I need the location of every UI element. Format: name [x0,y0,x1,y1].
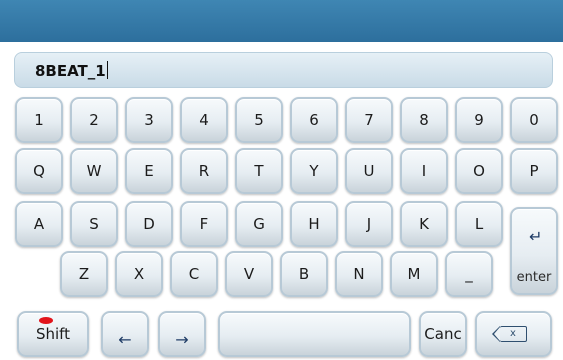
key-label: J [366,215,372,233]
key-8[interactable]: 8 [400,97,448,143]
key-o[interactable]: O [455,148,503,194]
enter-label: enter [516,270,552,285]
right-arrow-icon: → [175,329,189,349]
key-7[interactable]: 7 [345,97,393,143]
key-label: B [298,265,310,283]
key-0[interactable]: 0 [510,97,558,143]
key-label: V [243,265,255,283]
key-label: 6 [309,111,319,129]
key-label: 1 [34,111,44,129]
key-y[interactable]: Y [290,148,338,194]
key-label: 4 [199,111,209,129]
key-label: G [253,215,265,233]
key-label: 5 [254,111,264,129]
key-k[interactable]: K [400,201,448,247]
key-v[interactable]: V [225,251,273,297]
key-label: D [143,215,155,233]
key-label: Q [33,162,45,180]
key-u[interactable]: U [345,148,393,194]
shift-label-wrap: Shift [19,325,87,343]
key-5[interactable]: 5 [235,97,283,143]
shift-label: Shift [35,325,71,343]
shift-indicator-icon [39,317,53,324]
key-m[interactable]: M [390,251,438,297]
backspace-glyph: x [510,328,516,339]
key-label: Y [309,162,319,180]
key-label: 8 [419,111,429,129]
key-b[interactable]: B [280,251,328,297]
key-9[interactable]: 9 [455,97,503,143]
key-q[interactable]: Q [15,148,63,194]
key-label: A [33,215,45,233]
key-x[interactable]: X [115,251,163,297]
enter-key[interactable]: ↵ enter [510,207,558,295]
key-z[interactable]: Z [60,251,108,297]
key-3[interactable]: 3 [125,97,173,143]
key-label: N [353,265,365,283]
key-label: 7 [364,111,374,129]
key-2[interactable]: 2 [70,97,118,143]
backspace-icon: x [492,325,527,342]
key-label: L [474,215,484,233]
key-label: S [89,215,99,233]
key-i[interactable]: I [400,148,448,194]
key-label: O [473,162,485,180]
key-d[interactable]: D [125,201,173,247]
backspace-key[interactable]: x [475,311,552,357]
key-label: _ [465,265,473,283]
key-6[interactable]: 6 [290,97,338,143]
key-label: I [421,162,427,180]
key-label: F [199,215,209,233]
key-h[interactable]: H [290,201,338,247]
key-label: Z [78,265,90,283]
key-c[interactable]: C [170,251,218,297]
key-label: T [254,162,264,180]
key-label: R [198,162,210,180]
key-n[interactable]: N [335,251,383,297]
key-label: 9 [474,111,484,129]
key-w[interactable]: W [70,148,118,194]
key-a[interactable]: A [15,201,63,247]
key-label: X [133,265,145,283]
key-p[interactable]: P [510,148,558,194]
cursor-right-key[interactable]: → [158,311,206,357]
key-r[interactable]: R [180,148,228,194]
shift-key[interactable]: Shift [17,311,89,357]
cursor-left-key[interactable]: ← [101,311,149,357]
key-label: U [363,162,375,180]
title-bar [0,0,563,42]
left-arrow-icon: ← [118,329,132,349]
key-label: M [407,265,421,283]
key-f[interactable]: F [180,201,228,247]
key-4[interactable]: 4 [180,97,228,143]
key-j[interactable]: J [345,201,393,247]
key-label: K [419,215,429,233]
return-arrow-icon: ↵ [529,227,543,246]
text-caret [106,61,108,79]
key-label: C [188,265,200,283]
key-label: H [308,215,320,233]
key-label: 2 [89,111,99,129]
key-e[interactable]: E [125,148,173,194]
key-label: 0 [529,111,539,129]
text-input-field[interactable]: 8BEAT_1 [14,52,553,88]
key-label: E [144,162,154,180]
key-s[interactable]: S [70,201,118,247]
key-t[interactable]: T [235,148,283,194]
key-label: W [86,162,102,180]
key-g[interactable]: G [235,201,283,247]
key-1[interactable]: 1 [15,97,63,143]
key-label: P [529,162,539,180]
cancel-label: Canc [424,325,462,343]
key-underscore[interactable]: _ [445,251,493,297]
key-label: 3 [144,111,154,129]
input-value: 8BEAT_1 [35,61,108,80]
cancel-key[interactable]: Canc [419,311,467,357]
key-l[interactable]: L [455,201,503,247]
space-key[interactable] [218,311,411,357]
